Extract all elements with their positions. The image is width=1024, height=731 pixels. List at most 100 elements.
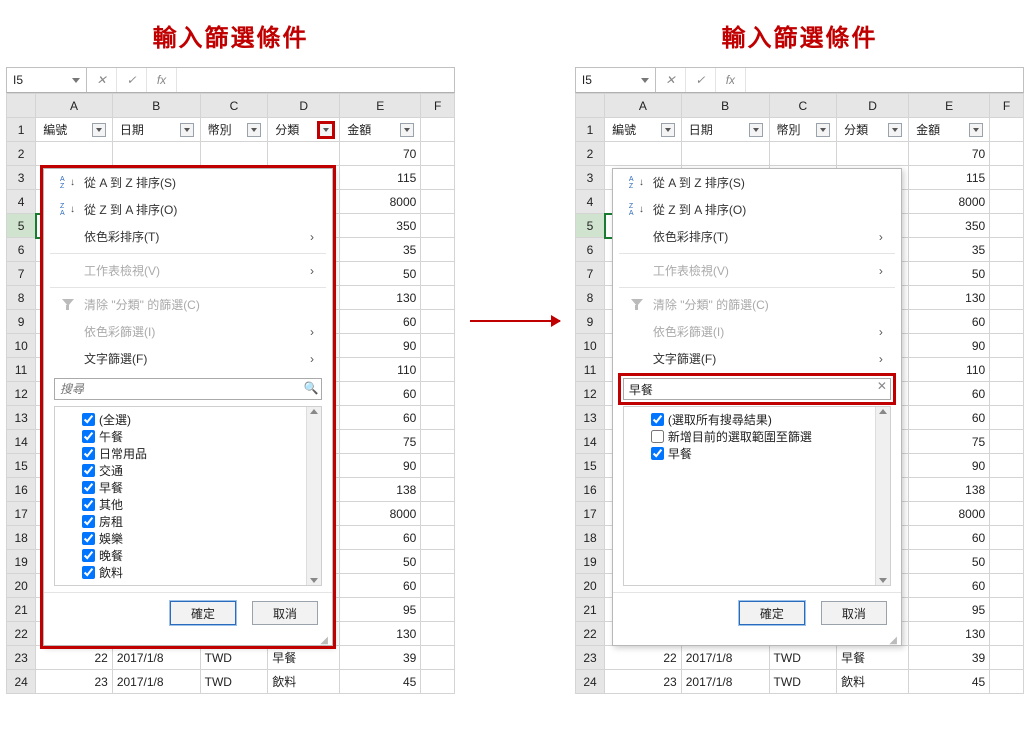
text-filter[interactable]: 文字篩選(F)›	[613, 345, 901, 372]
filter-check-item[interactable]: 交通	[63, 462, 321, 479]
cell[interactable]	[990, 502, 1024, 526]
name-box[interactable]: I5	[576, 68, 656, 92]
col-header[interactable]: D	[268, 94, 340, 118]
row-header[interactable]: 3	[7, 166, 36, 190]
chevron-down-icon[interactable]	[641, 78, 649, 83]
select-all-corner[interactable]	[575, 94, 604, 118]
checkbox[interactable]	[82, 566, 95, 579]
cell[interactable]	[421, 334, 455, 358]
cell[interactable]	[990, 190, 1024, 214]
cell[interactable]	[421, 406, 455, 430]
cell[interactable]: 39	[340, 646, 421, 670]
col-header[interactable]: B	[112, 94, 200, 118]
cell[interactable]	[990, 334, 1024, 358]
checkbox[interactable]	[82, 464, 95, 477]
cell[interactable]	[421, 670, 455, 694]
cell[interactable]: 110	[909, 358, 990, 382]
cell[interactable]	[990, 262, 1024, 286]
cell[interactable]	[990, 142, 1024, 166]
cell[interactable]	[421, 550, 455, 574]
cell[interactable]	[769, 142, 837, 166]
row-header[interactable]: 22	[7, 622, 36, 646]
sort-by-color[interactable]: 依色彩排序(T)›	[44, 223, 332, 250]
cell[interactable]	[837, 142, 909, 166]
cell[interactable]	[421, 478, 455, 502]
row-header[interactable]: 5	[575, 214, 604, 238]
filter-check-item[interactable]: 午餐	[63, 428, 321, 445]
cell[interactable]	[421, 358, 455, 382]
cell[interactable]: 8000	[340, 502, 421, 526]
fx-button[interactable]: fx	[147, 68, 177, 92]
checkbox[interactable]	[82, 515, 95, 528]
filter-check-item[interactable]: 其他	[63, 496, 321, 513]
col-header[interactable]: C	[769, 94, 837, 118]
cell[interactable]: 130	[909, 286, 990, 310]
cell[interactable]: 60	[340, 574, 421, 598]
cell[interactable]: 110	[340, 358, 421, 382]
filter-check-item[interactable]: 新增目前的選取範圍至篩選	[632, 428, 890, 445]
col-header[interactable]: F	[990, 94, 1024, 118]
cell[interactable]	[421, 214, 455, 238]
row-header[interactable]: 11	[7, 358, 36, 382]
cell[interactable]: 50	[340, 550, 421, 574]
row-header[interactable]: 2	[575, 142, 604, 166]
cell[interactable]	[605, 142, 682, 166]
filter-button[interactable]	[661, 123, 675, 137]
cell[interactable]	[36, 142, 113, 166]
filter-check-item[interactable]: (全選)	[63, 411, 321, 428]
text-filter[interactable]: 文字篩選(F)›	[44, 345, 332, 372]
filter-check-item[interactable]: (選取所有搜尋結果)	[632, 411, 890, 428]
cell[interactable]: 75	[340, 430, 421, 454]
row-header[interactable]: 6	[575, 238, 604, 262]
cell[interactable]	[421, 262, 455, 286]
checkbox[interactable]	[82, 430, 95, 443]
cell[interactable]: 22	[605, 646, 682, 670]
cell[interactable]: 2017/1/8	[681, 670, 769, 694]
cell[interactable]: 60	[909, 406, 990, 430]
row-header[interactable]: 20	[575, 574, 604, 598]
col-header[interactable]: A	[605, 94, 682, 118]
row-header[interactable]: 15	[575, 454, 604, 478]
cell[interactable]	[990, 358, 1024, 382]
row-header[interactable]: 13	[7, 406, 36, 430]
cell[interactable]: 50	[909, 550, 990, 574]
cancel-button[interactable]: 取消	[252, 601, 318, 625]
cell[interactable]	[421, 382, 455, 406]
cell[interactable]: TWD	[769, 670, 837, 694]
cell[interactable]	[990, 238, 1024, 262]
row-header[interactable]: 19	[575, 550, 604, 574]
filter-button[interactable]	[400, 123, 414, 137]
sort-descending[interactable]: 從 Z 到 A 排序(O)	[613, 196, 901, 223]
filter-search[interactable]: ✕	[621, 376, 893, 402]
cell[interactable]	[421, 646, 455, 670]
cell[interactable]: 130	[340, 286, 421, 310]
cell[interactable]: 60	[340, 382, 421, 406]
col-header[interactable]: E	[340, 94, 421, 118]
filter-button[interactable]	[749, 123, 763, 137]
checkbox[interactable]	[651, 447, 664, 460]
row-header[interactable]: 12	[575, 382, 604, 406]
sort-descending[interactable]: 從 Z 到 A 排序(O)	[44, 196, 332, 223]
cell[interactable]: 60	[909, 526, 990, 550]
row-header[interactable]: 16	[575, 478, 604, 502]
cell[interactable]: 90	[909, 454, 990, 478]
cell[interactable]	[421, 190, 455, 214]
filter-check-item[interactable]: 晚餐	[63, 547, 321, 564]
row-header[interactable]: 17	[7, 502, 36, 526]
cell[interactable]	[421, 430, 455, 454]
name-box[interactable]: I5	[7, 68, 87, 92]
sort-ascending[interactable]: 從 A 到 Z 排序(S)	[44, 169, 332, 196]
cell[interactable]	[990, 526, 1024, 550]
filter-button[interactable]	[247, 123, 261, 137]
filter-button-category[interactable]	[888, 123, 902, 137]
row-header[interactable]: 10	[7, 334, 36, 358]
cell[interactable]: 50	[909, 262, 990, 286]
resize-grip[interactable]: ◢	[44, 635, 332, 645]
filter-check-item[interactable]: 早餐	[63, 479, 321, 496]
filter-button[interactable]	[969, 123, 983, 137]
ok-button[interactable]: 確定	[170, 601, 236, 625]
cell[interactable]	[421, 622, 455, 646]
cell[interactable]: 飲料	[268, 670, 340, 694]
cell[interactable]: 138	[340, 478, 421, 502]
filter-value-list[interactable]: (選取所有搜尋結果)新增目前的選取範圍至篩選早餐	[623, 406, 891, 586]
